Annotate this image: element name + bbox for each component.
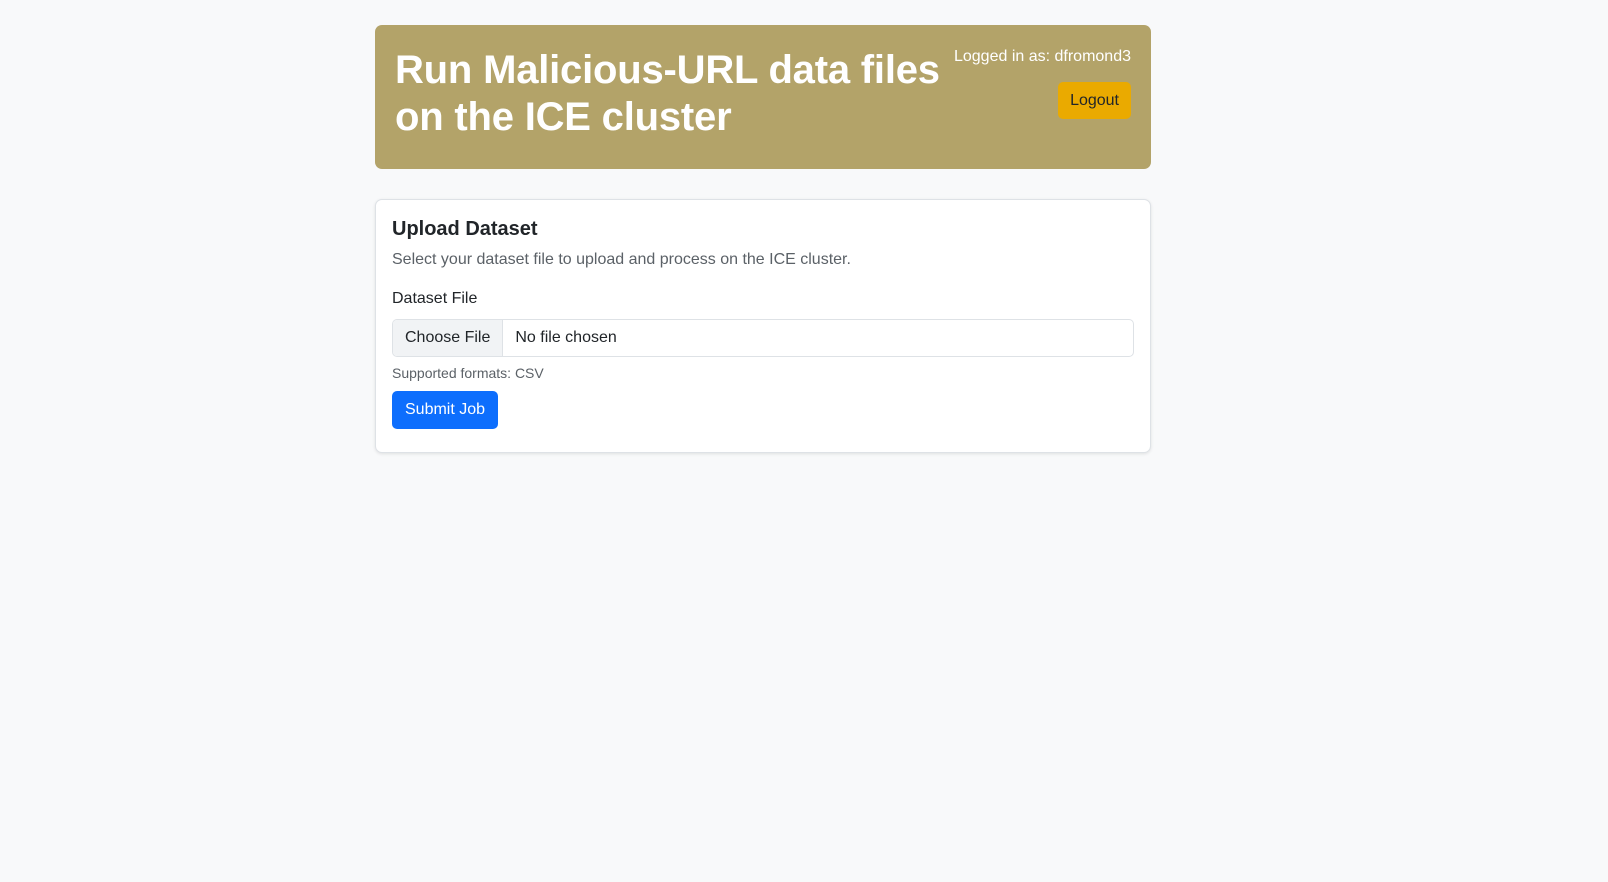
upload-dataset-card: Upload Dataset Select your dataset file …	[375, 199, 1151, 453]
submit-job-button[interactable]: Submit Job	[392, 391, 499, 429]
file-status-text: No file chosen	[515, 329, 617, 346]
page-header: Run Malicious-URL data files on the ICE …	[375, 25, 1151, 169]
choose-file-button[interactable]: Choose File	[393, 320, 504, 356]
dataset-file-input[interactable]: Choose File No file chosen	[392, 319, 1134, 357]
logout-button[interactable]: Logout	[1058, 82, 1131, 119]
supported-formats-help: Supported formats: CSV	[392, 365, 544, 381]
logged-in-status: Logged in as: dfromond3	[953, 48, 1131, 65]
card-description: Select your dataset file to upload and p…	[392, 251, 851, 268]
page-title: Run Malicious-URL data files on the ICE …	[395, 48, 940, 139]
main-container: Run Malicious-URL data files on the ICE …	[375, 25, 1151, 453]
user-panel: Logged in as: dfromond3 Logout	[954, 46, 1131, 119]
card-title: Upload Dataset	[392, 218, 538, 240]
dataset-file-label: Dataset File	[392, 290, 478, 307]
